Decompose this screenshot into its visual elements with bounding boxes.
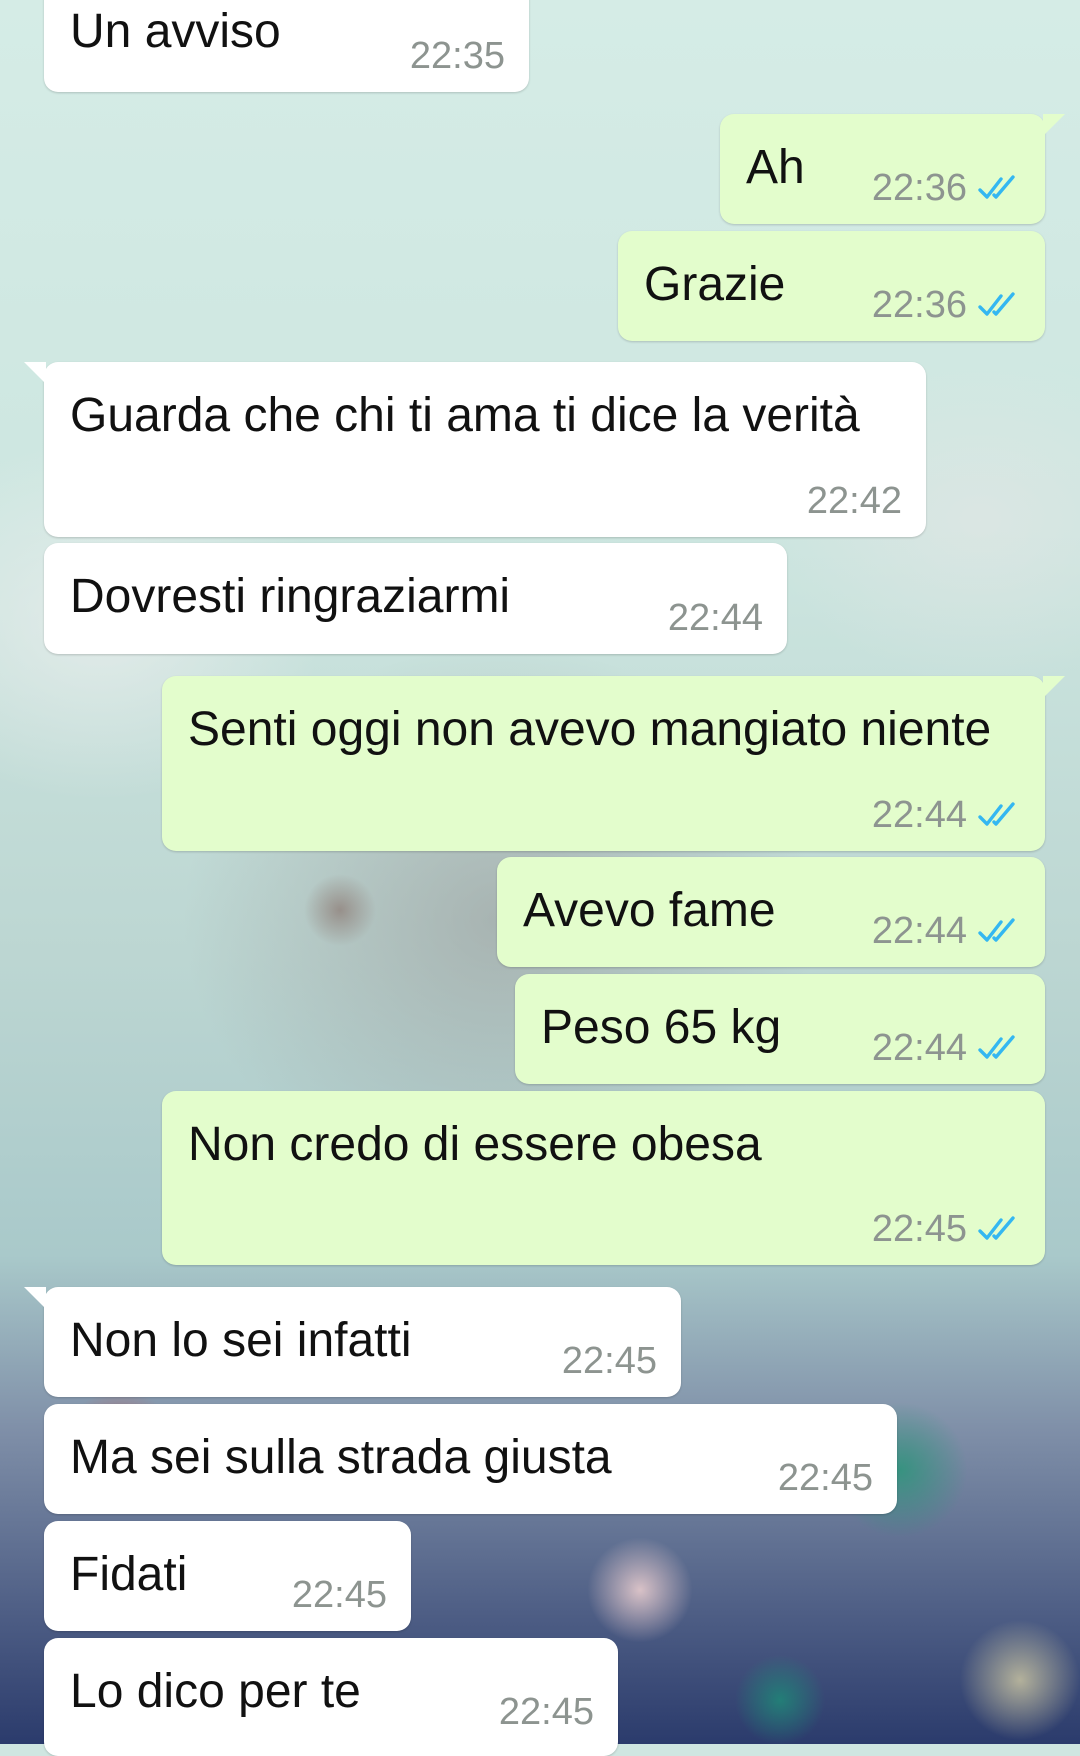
read-receipt-icon [978, 175, 1015, 199]
outgoing-message[interactable]: Peso 65 kg 22:44 [515, 974, 1045, 1084]
incoming-message[interactable]: Guarda che chi ti ama ti dice la verità … [24, 362, 926, 537]
message-text: Guarda che chi ti ama ti dice la verità [70, 389, 860, 442]
message-text: Peso 65 kg [541, 1001, 782, 1054]
message-meta: 22:45 [778, 1458, 873, 1498]
incoming-message[interactable]: Ma sei sulla strada giusta 22:45 [44, 1404, 897, 1514]
message-time: 22:45 [777, 1457, 873, 1499]
message-text: Non lo sei infatti [70, 1314, 412, 1367]
message-meta: 22:36 [872, 168, 1021, 208]
message-text: Dovresti ringraziarmi [70, 570, 511, 623]
incoming-message[interactable]: Un avviso 22:35 [44, 0, 529, 92]
message-list[interactable]: Un avviso 22:35 Ah 22:36 Grazie 22:36 Gu… [0, 0, 1080, 1756]
message-time: 22:45 [561, 1340, 657, 1382]
message-time: 22:44 [871, 910, 967, 952]
message-meta: 22:45 [499, 1692, 594, 1732]
message-time: 22:42 [806, 480, 902, 522]
message-text: Ah [746, 141, 805, 194]
message-meta: 22:45 [872, 1209, 1021, 1249]
message-time: 22:44 [871, 1027, 967, 1069]
message-text: Fidati [70, 1548, 188, 1601]
message-meta: 22:44 [872, 795, 1021, 835]
message-text: Ma sei sulla strada giusta [70, 1431, 612, 1484]
message-meta: 22:44 [872, 911, 1021, 951]
message-text: Un avviso [70, 5, 281, 58]
read-receipt-icon [978, 1216, 1015, 1240]
outgoing-message[interactable]: Non credo di essere obesa 22:45 [162, 1091, 1045, 1265]
incoming-message[interactable]: Non lo sei infatti 22:45 [24, 1287, 681, 1397]
message-meta: 22:44 [668, 598, 763, 638]
outgoing-message[interactable]: Senti oggi non avevo mangiato niente 22:… [162, 676, 1065, 851]
incoming-message[interactable]: Fidati 22:45 [44, 1521, 411, 1631]
message-meta: 22:35 [410, 36, 505, 76]
message-time: 22:44 [667, 597, 763, 639]
message-text: Avevo fame [523, 884, 776, 937]
message-time: 22:36 [871, 284, 967, 326]
message-time: 22:44 [871, 794, 967, 836]
read-receipt-icon [978, 918, 1015, 942]
message-time: 22:45 [498, 1691, 594, 1733]
message-meta: 22:45 [562, 1341, 657, 1381]
message-meta: 22:42 [807, 481, 902, 521]
incoming-message[interactable]: Lo dico per te 22:45 [44, 1638, 618, 1756]
message-text: Senti oggi non avevo mangiato niente [188, 703, 992, 756]
message-text: Grazie [644, 258, 786, 311]
outgoing-message[interactable]: Avevo fame 22:44 [497, 857, 1045, 967]
message-text: Non credo di essere obesa [188, 1118, 762, 1171]
message-time: 22:45 [291, 1574, 387, 1616]
read-receipt-icon [978, 802, 1015, 826]
read-receipt-icon [978, 1035, 1015, 1059]
incoming-message[interactable]: Dovresti ringraziarmi 22:44 [44, 543, 787, 654]
read-receipt-icon [978, 292, 1015, 316]
message-time: 22:45 [871, 1208, 967, 1250]
message-time: 22:36 [871, 167, 967, 209]
message-meta: 22:44 [872, 1028, 1021, 1068]
outgoing-message[interactable]: Grazie 22:36 [618, 231, 1045, 341]
message-time: 22:35 [409, 35, 505, 77]
outgoing-message[interactable]: Ah 22:36 [720, 114, 1065, 224]
message-meta: 22:36 [872, 285, 1021, 325]
message-text: Lo dico per te [70, 1665, 361, 1718]
message-meta: 22:45 [292, 1575, 387, 1615]
